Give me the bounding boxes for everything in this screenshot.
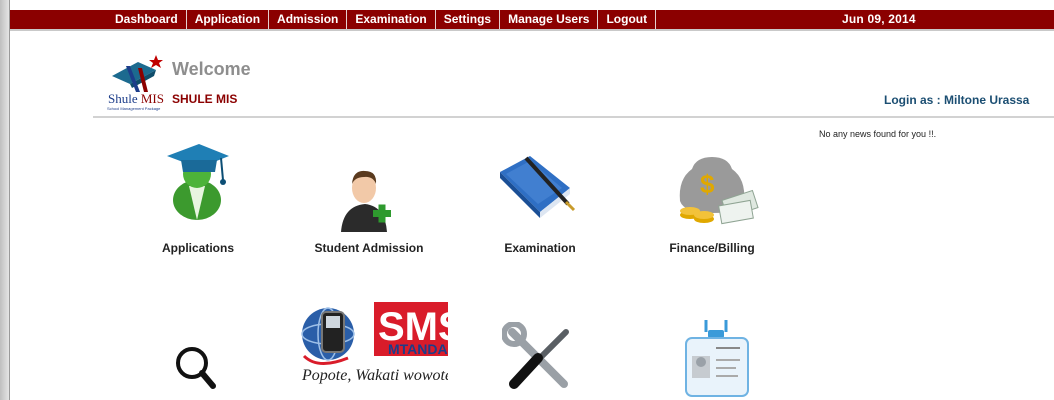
book-pen-icon bbox=[500, 156, 576, 218]
id-card-icon bbox=[685, 320, 749, 397]
news-message: No any news found for you !!. bbox=[819, 129, 937, 139]
tile-examination-label: Examination bbox=[504, 241, 576, 255]
nav-logout[interactable]: Logout bbox=[598, 10, 657, 29]
svg-text:$: $ bbox=[700, 169, 715, 199]
search-icon bbox=[176, 347, 216, 389]
header-divider bbox=[93, 116, 1054, 118]
nav-dashboard[interactable]: Dashboard bbox=[107, 10, 187, 29]
sms-mtandao-icon: SMS MTANDAO Popote, Wakati wowote bbox=[301, 302, 448, 384]
login-status: Login as : Miltone Urassa bbox=[884, 93, 1030, 107]
nav-settings[interactable]: Settings bbox=[436, 10, 501, 29]
logo-subtitle: School Management Package bbox=[107, 106, 161, 111]
mtandao-text: MTANDAO bbox=[388, 341, 448, 357]
graduate-icon bbox=[167, 144, 229, 220]
tile-finance-billing-label: Finance/Billing bbox=[669, 241, 755, 255]
money-bag-icon: $ bbox=[679, 157, 759, 225]
sms-slogan: Popote, Wakati wowote bbox=[301, 367, 448, 384]
welcome-heading: Welcome bbox=[172, 59, 251, 79]
nav-application[interactable]: Application bbox=[187, 10, 270, 29]
logo-wordmark: Shule MIS bbox=[108, 91, 164, 106]
top-nav-bar: Dashboard Application Admission Examinat… bbox=[10, 10, 1054, 31]
tools-icon bbox=[502, 322, 569, 389]
tile-applications-label: Applications bbox=[161, 241, 235, 255]
nav-admission[interactable]: Admission bbox=[269, 10, 348, 29]
app-name: SHULE MIS bbox=[172, 92, 238, 106]
add-student-icon bbox=[341, 170, 391, 232]
tile-student-admission-label: Student Admission bbox=[314, 241, 424, 255]
nav-manage-users[interactable]: Manage Users bbox=[500, 10, 599, 29]
nav-examination[interactable]: Examination bbox=[347, 10, 436, 29]
main-nav: Dashboard Application Admission Examinat… bbox=[107, 10, 657, 29]
current-date: Jun 09, 2014 bbox=[842, 12, 916, 26]
window-left-border bbox=[0, 0, 10, 400]
